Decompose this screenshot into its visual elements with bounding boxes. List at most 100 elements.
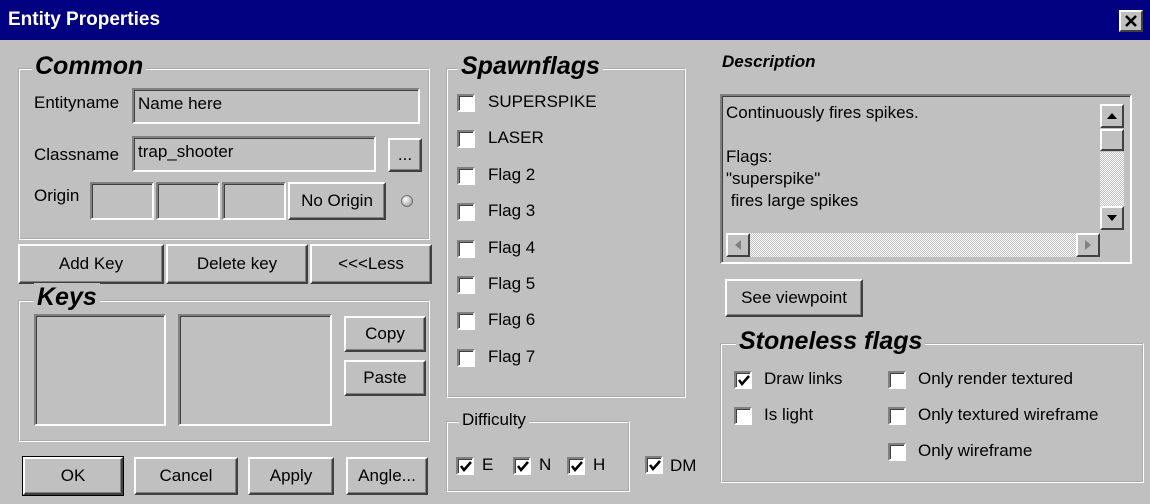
spawnflag-flag-3-checkbox[interactable] (457, 203, 475, 222)
apply-label: Apply (269, 466, 313, 485)
scroll-up-button[interactable] (1100, 104, 1124, 128)
no-origin-button[interactable]: No Origin (288, 182, 386, 220)
spawnflag-flag-2-checkbox[interactable] (457, 166, 475, 185)
spawnflag-flag-5-label: Flag 5 (488, 274, 536, 293)
paste-button[interactable]: Paste (344, 360, 426, 396)
scroll-down-button[interactable] (1100, 206, 1124, 230)
keys-name-list[interactable] (34, 314, 166, 426)
stoneless-only-textured-wireframe-label: Only textured wireframe (918, 405, 1099, 424)
angle-label: Angle... (358, 466, 416, 485)
cancel-label: Cancel (159, 466, 213, 485)
keys-value-list[interactable] (178, 314, 332, 426)
description-line: Flags: (726, 147, 773, 166)
description-line: fires large spikes (726, 191, 859, 210)
description-text: Continuously fires spikes. Flags: "supersp… (726, 102, 919, 212)
spawnflag-flag-6-label: Flag 6 (488, 310, 536, 330)
spawnflag-flag-2-label: Flag 2 (488, 164, 536, 184)
entityname-value: Name here (138, 94, 223, 113)
stoneless-is-light-label: Is light (764, 405, 814, 424)
difficulty-e-checkbox[interactable] (456, 457, 474, 475)
spawnflag-flag-6-checkbox[interactable] (457, 312, 475, 331)
copy-button[interactable]: Copy (344, 316, 426, 352)
arrow-left-icon (735, 240, 741, 250)
browse-classname-label: ... (397, 145, 413, 164)
stoneless-only-textured-wireframe-checkbox[interactable] (888, 407, 906, 425)
delete-key-button[interactable]: Delete key (166, 244, 308, 284)
no-origin-label: No Origin (301, 191, 373, 210)
classname-label: Classname (34, 145, 120, 164)
stoneless-is-light-checkbox[interactable] (734, 407, 752, 425)
spawnflag-flag-4-label: Flag 4 (488, 237, 536, 257)
origin-y-field[interactable] (156, 182, 220, 220)
classname-field[interactable]: trap_shooter (132, 136, 376, 172)
stoneless-flags-group-label: Stoneless flags (736, 327, 926, 356)
spawnflag-laser-checkbox[interactable] (457, 130, 475, 149)
description-label: Description (722, 52, 816, 71)
check-icon (460, 461, 472, 472)
title-bar: Entity Properties (0, 0, 1150, 40)
add-key-button[interactable]: Add Key (18, 244, 164, 284)
stoneless-draw-links-checkbox[interactable] (734, 371, 752, 389)
check-icon (649, 460, 661, 471)
origin-label: Origin (34, 186, 80, 205)
check-icon (571, 461, 583, 472)
see-viewpoint-label: See viewpoint (741, 288, 847, 307)
window-title: Entity Properties (8, 9, 161, 30)
scroll-thumb-vertical[interactable] (1100, 129, 1124, 151)
paste-label: Paste (363, 368, 407, 387)
spawnflag-flag-7-label: Flag 7 (488, 346, 536, 366)
copy-label: Copy (365, 324, 405, 343)
close-button[interactable] (1119, 10, 1143, 32)
see-viewpoint-button[interactable]: See viewpoint (725, 279, 863, 317)
check-icon (517, 461, 529, 472)
cancel-button[interactable]: Cancel (134, 457, 238, 495)
spawnflag-flag-4-checkbox[interactable] (457, 239, 475, 258)
common-group-label: Common (32, 52, 147, 81)
description-box[interactable]: Continuously fires spikes. Flags: "supersp… (720, 94, 1132, 264)
spawnflag-flag-7-checkbox[interactable] (457, 348, 475, 367)
delete-key-label: Delete key (196, 254, 278, 273)
spawnflag-flag-3-label: Flag 3 (488, 201, 536, 221)
dm-label: DM (670, 456, 697, 475)
arrow-right-icon (1085, 240, 1091, 250)
stoneless-only-render-textured-label: Only render textured (918, 369, 1073, 388)
stoneless-draw-links-label: Draw links (764, 369, 843, 388)
scroll-left-button[interactable] (726, 233, 750, 257)
less-label: <<<Less (338, 254, 404, 273)
browse-classname-button[interactable]: ... (388, 138, 422, 172)
stoneless-only-render-textured-checkbox[interactable] (888, 371, 906, 389)
angle-button[interactable]: Angle... (346, 457, 428, 495)
stoneless-only-wireframe-checkbox[interactable] (888, 443, 906, 461)
difficulty-n-label: N (539, 455, 552, 474)
spawnflag-superspike-checkbox[interactable] (457, 94, 475, 112)
scroll-right-button[interactable] (1076, 233, 1100, 257)
description-line: Continuously fires spikes. (726, 103, 919, 122)
entityname-field[interactable]: Name here (132, 88, 420, 124)
apply-button[interactable]: Apply (248, 457, 334, 495)
difficulty-e-label: E (482, 455, 494, 474)
close-icon (1125, 15, 1137, 27)
scroll-track-horizontal[interactable] (750, 233, 1076, 257)
scroll-track-vertical[interactable] (1100, 152, 1124, 206)
spawnflag-laser-label: LASER (488, 128, 544, 148)
arrow-down-icon (1107, 215, 1117, 221)
origin-x-field[interactable] (90, 182, 154, 220)
entityname-label: Entityname (34, 93, 120, 112)
less-button[interactable]: <<<Less (310, 244, 432, 284)
difficulty-n-checkbox[interactable] (513, 457, 531, 475)
description-line: "superspike" (726, 169, 821, 188)
stoneless-only-wireframe-label: Only wireframe (918, 441, 1033, 460)
spawnflag-superspike-label: SUPERSPIKE (488, 92, 597, 111)
ok-label: OK (60, 466, 86, 485)
description-line (726, 124, 919, 146)
spawnflags-group (446, 68, 686, 398)
origin-z-field[interactable] (222, 182, 286, 220)
difficulty-group-label: Difficulty (459, 410, 529, 430)
difficulty-h-checkbox[interactable] (567, 457, 585, 475)
classname-value: trap_shooter (138, 142, 234, 161)
ok-button[interactable]: OK (22, 456, 124, 496)
origin-indicator-led (401, 195, 413, 207)
dm-checkbox[interactable] (645, 456, 663, 474)
spawnflags-group-label: Spawnflags (458, 52, 603, 81)
spawnflag-flag-5-checkbox[interactable] (457, 276, 475, 294)
